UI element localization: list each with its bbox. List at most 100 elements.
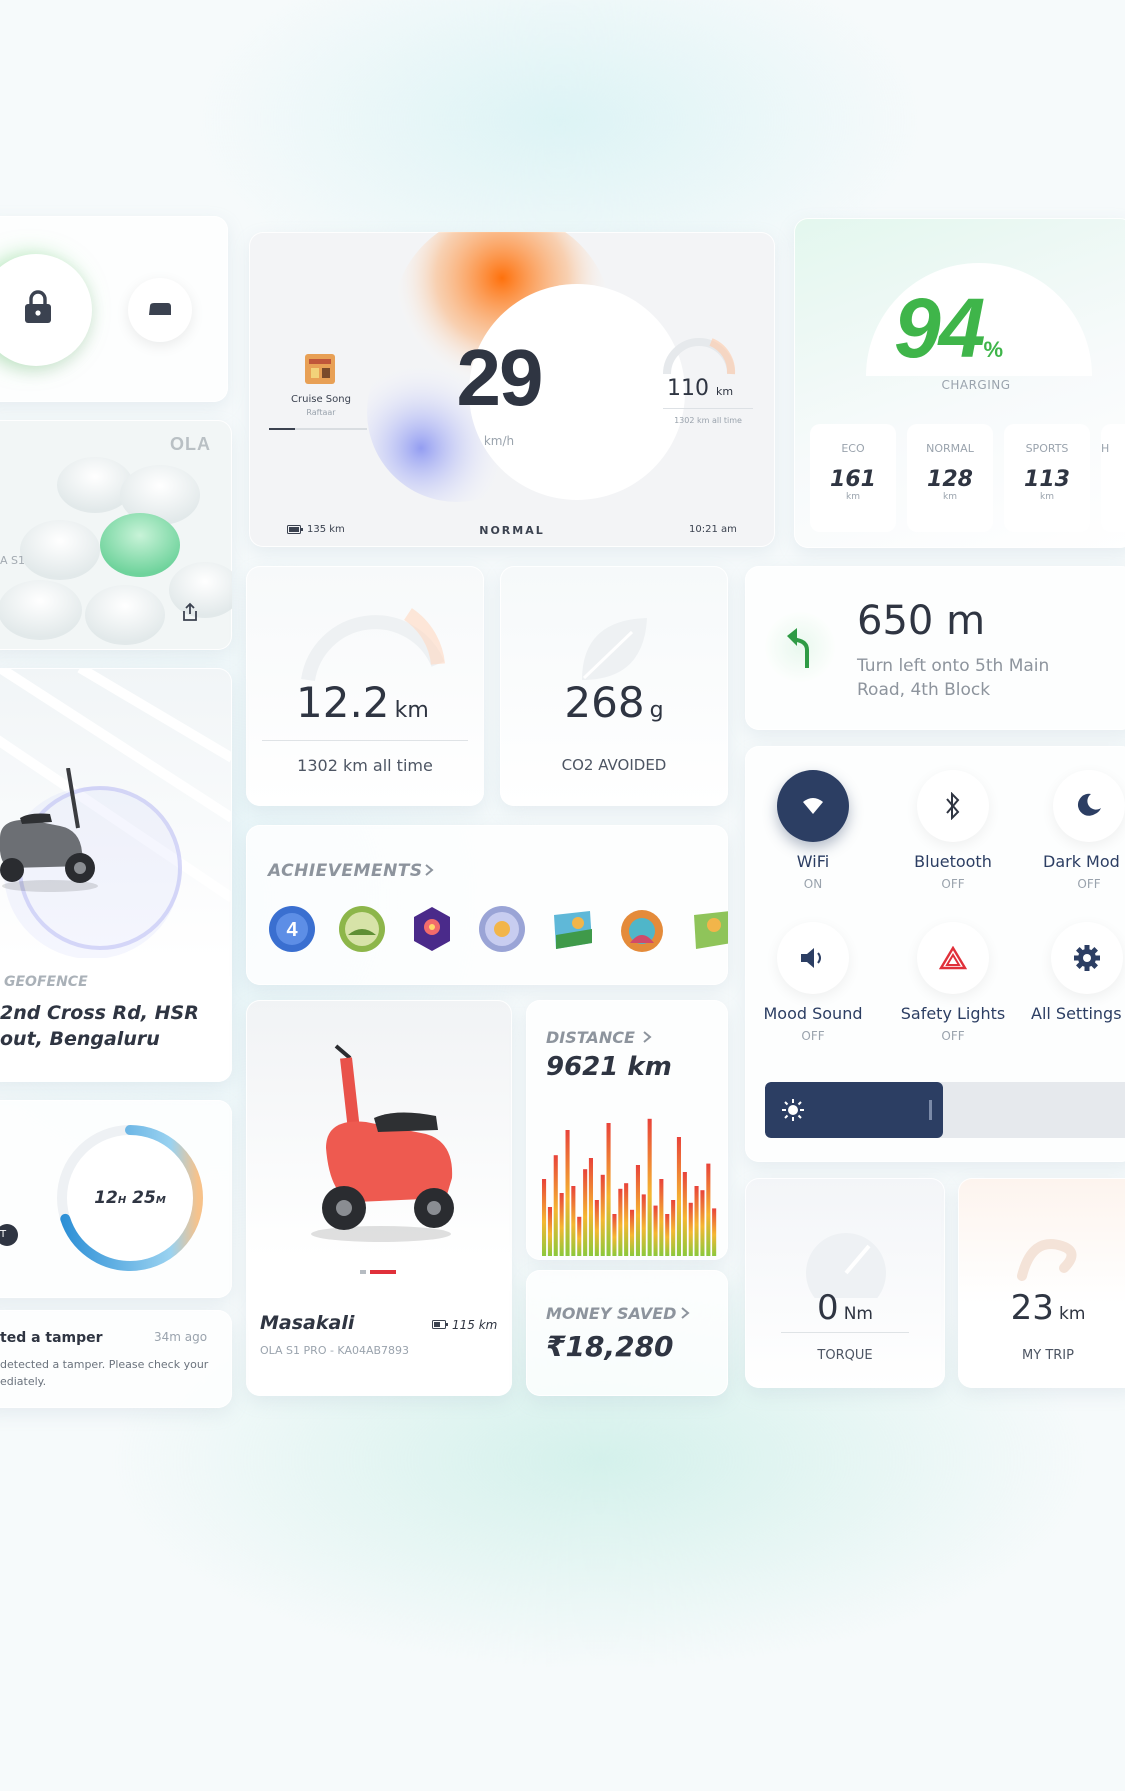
my-trip-card: 23 km MY TRIP <box>958 1178 1125 1388</box>
co2-card: 268 g CO2 AVOIDED <box>500 566 728 806</box>
mode-name: SPORTS <box>1025 442 1069 455</box>
brightness-slider[interactable] <box>765 1082 1125 1138</box>
distance-bar <box>559 1193 564 1256</box>
torque-value: 0 Nm <box>745 1288 945 1328</box>
brightness-icon <box>782 1099 804 1121</box>
mode-unit: km <box>846 492 860 502</box>
chevron-right-icon[interactable] <box>680 1306 690 1320</box>
percent-sign: % <box>983 337 1003 362</box>
dark-mode-toggle-circle[interactable] <box>1053 770 1125 842</box>
mode-name: H <box>1101 442 1110 455</box>
control-all-settings[interactable]: All Settings <box>1025 922 1125 1023</box>
seat-button[interactable] <box>128 278 192 342</box>
lock-button[interactable] <box>0 254 92 366</box>
badge-4-icon[interactable]: 4 <box>268 905 316 953</box>
song-progress-track[interactable] <box>269 428 367 430</box>
timer-value: 12H 25M <box>50 1188 210 1208</box>
odo-sub: 1302 km all time <box>674 416 742 425</box>
badge-galaxy-icon[interactable] <box>408 905 456 953</box>
control-label: WiFi <box>796 852 830 871</box>
control-wifi[interactable]: WiFi ON <box>765 770 861 891</box>
mood-sound-toggle-circle[interactable] <box>777 922 849 994</box>
mode-card-sports[interactable]: SPORTS 113 km <box>1004 424 1090 532</box>
share-icon[interactable] <box>182 602 198 622</box>
wifi-toggle-circle[interactable] <box>777 770 849 842</box>
torque-unit: Nm <box>843 1304 873 1324</box>
control-bluetooth[interactable]: Bluetooth OFF <box>893 770 1013 891</box>
speed-unit: km/h <box>483 434 515 448</box>
badge-refer-icon[interactable] <box>478 905 526 953</box>
co2-unit: g <box>649 698 664 723</box>
mode-card-normal[interactable]: NORMAL 128 km <box>907 424 993 532</box>
odo-number: 110 <box>667 376 709 401</box>
control-mood-sound[interactable]: Mood Sound OFF <box>759 922 867 1043</box>
wifi-icon <box>803 798 823 814</box>
distance-bar <box>612 1214 617 1256</box>
chevron-right-icon[interactable] <box>424 863 434 877</box>
control-dark-mode[interactable]: Dark Mod OFF <box>1029 770 1125 891</box>
mode-value: 113 <box>1024 467 1070 492</box>
distance-value: 9621 km <box>546 1052 672 1082</box>
distance-bar <box>700 1190 705 1256</box>
dot-active[interactable] <box>370 1270 396 1274</box>
mode-card-eco[interactable]: ECO 161 km <box>810 424 896 532</box>
distance-bar <box>571 1186 576 1256</box>
badge-map-3-icon[interactable] <box>688 905 728 953</box>
battery-icon <box>287 525 303 534</box>
bluetooth-icon <box>946 792 960 820</box>
distance-bar <box>565 1130 570 1256</box>
settings-circle[interactable] <box>1051 922 1123 994</box>
control-state: OFF <box>1077 877 1101 891</box>
bluetooth-toggle-circle[interactable] <box>917 770 989 842</box>
money-saved-card: MONEY SAVED ₹18,280 <box>526 1270 728 1396</box>
route-icon <box>1017 1239 1077 1281</box>
trip-number: 12.2 <box>296 678 390 727</box>
charging-card: 94% CHARGING ECO 161 km NORMAL 128 km SP… <box>794 218 1125 548</box>
control-state: OFF <box>801 1029 825 1043</box>
ola-logo: OLA <box>170 434 211 454</box>
badge-map-2-icon[interactable] <box>618 905 666 953</box>
control-safety-lights[interactable]: Safety Lights OFF <box>889 922 1017 1043</box>
alert-title: ted a tamper <box>0 1330 103 1346</box>
trip-sub: 1302 km all time <box>297 756 433 775</box>
badge-map-1-icon[interactable] <box>548 905 596 953</box>
trip-gauge-illustration <box>301 608 445 682</box>
control-state: OFF <box>941 1029 965 1043</box>
control-label: Mood Sound <box>763 1004 863 1023</box>
mytrip-number: 23 <box>1010 1288 1054 1328</box>
chevron-right-icon[interactable] <box>642 1030 652 1044</box>
distance-bar <box>618 1188 623 1256</box>
badge-row: 4 <box>268 905 728 957</box>
tamper-alert-card[interactable]: ted a tamper 34m ago detected a tamper. … <box>0 1310 232 1408</box>
timer-minutes: 25 <box>132 1188 156 1208</box>
control-state: ON <box>803 877 823 891</box>
badge-ride-icon[interactable] <box>338 905 386 953</box>
distance-title[interactable]: DISTANCE <box>546 1028 635 1047</box>
mode-card-partial[interactable]: H <box>1101 424 1125 532</box>
speaker-icon <box>801 948 821 968</box>
torque-number: 0 <box>816 1288 839 1328</box>
moon-icon <box>1077 793 1101 816</box>
dot-inactive[interactable] <box>360 1270 366 1274</box>
song-title: Cruise Song <box>291 394 351 405</box>
safety-lights-toggle-circle[interactable] <box>917 922 989 994</box>
distance-bar <box>583 1169 588 1256</box>
distance-bar <box>682 1172 687 1256</box>
achievements-title[interactable]: ACHIEVEMENTS <box>268 861 423 881</box>
range-modes-row: ECO 161 km NORMAL 128 km SPORTS 113 km H <box>810 424 1125 532</box>
distance-bar <box>641 1194 646 1256</box>
brightness-handle[interactable] <box>928 1100 932 1120</box>
distance-bar <box>588 1158 593 1256</box>
money-title[interactable]: MONEY SAVED <box>546 1304 676 1323</box>
distance-bar <box>630 1209 635 1256</box>
turn-left-arrow-icon <box>787 628 809 668</box>
mytrip-label: MY TRIP <box>1022 1348 1074 1363</box>
distance-bar <box>600 1174 605 1256</box>
money-value: ₹18,280 <box>546 1330 674 1363</box>
timer-hours: 12 <box>94 1188 118 1208</box>
co2-value: 268 g <box>500 678 728 727</box>
svg-text:4: 4 <box>286 919 298 941</box>
carousel-dots[interactable] <box>360 1270 396 1275</box>
distance-bar <box>688 1202 693 1256</box>
co2-number: 268 <box>564 678 645 727</box>
